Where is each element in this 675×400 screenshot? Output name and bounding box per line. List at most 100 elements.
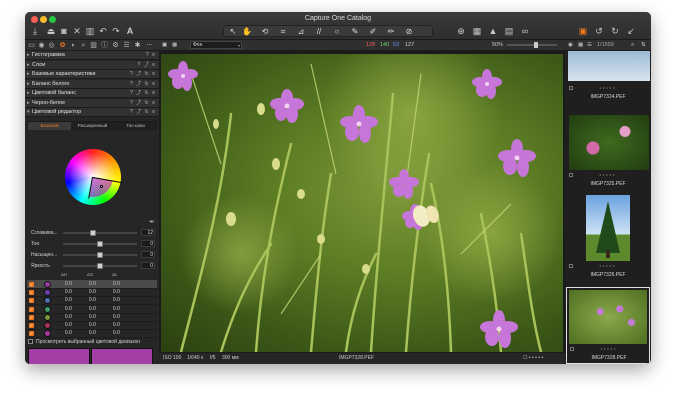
tab-advanced[interactable]: Расширенный bbox=[71, 122, 114, 130]
warning-icon[interactable]: ▲ bbox=[487, 26, 499, 36]
color-range-handle[interactable] bbox=[100, 185, 103, 188]
thumbnail[interactable]: ••••• IMGP7326.PEF bbox=[566, 193, 650, 281]
import-icon[interactable]: ⤓ bbox=[29, 26, 41, 36]
pan-icon[interactable]: ↖ bbox=[226, 26, 240, 37]
tool-header-controls[interactable]: ? ⤴ ↻ ≡ bbox=[130, 99, 156, 108]
rating-stars[interactable]: ☐ • • • • • bbox=[523, 354, 543, 363]
tool-header-controls[interactable]: ? ⤴ ↻ ≡ bbox=[130, 89, 156, 98]
slider-knob[interactable] bbox=[89, 230, 96, 236]
range-enabled-checkbox[interactable]: ✓ bbox=[29, 290, 34, 296]
range-enabled-checkbox[interactable]: ✓ bbox=[29, 282, 34, 287]
slider-knob[interactable] bbox=[97, 252, 103, 258]
undo-icon[interactable]: ↶ bbox=[97, 26, 109, 36]
chevron-right-icon[interactable]: ▸ bbox=[27, 89, 30, 98]
thumbnail-image[interactable] bbox=[586, 195, 630, 261]
chevron-down-icon[interactable]: ▾ bbox=[27, 108, 30, 117]
view-selected-range-checkbox[interactable]: Просмотреть выбранный цветовой диапазон bbox=[28, 338, 156, 346]
search-icon[interactable]: ⌕ bbox=[631, 41, 634, 50]
slider-value-field[interactable]: 0 bbox=[141, 251, 155, 258]
thumbnail-image[interactable] bbox=[569, 290, 647, 344]
thumbnail-image[interactable] bbox=[569, 115, 649, 170]
slider-value-field[interactable]: 12 bbox=[141, 229, 155, 236]
tether-icon[interactable]: ⏏ bbox=[45, 26, 57, 36]
sort-icon[interactable]: ⇅ bbox=[641, 41, 646, 50]
slider-value-field[interactable]: 0 bbox=[141, 240, 155, 247]
chevron-right-icon[interactable]: ▸ bbox=[27, 80, 30, 89]
delete-icon[interactable]: ✕ bbox=[71, 26, 83, 36]
gradient-icon[interactable]: ✏ bbox=[384, 26, 398, 37]
eyedropper-icon[interactable]: ✒ bbox=[149, 218, 155, 226]
tool-header[interactable]: ▸ Цветовой баланс ? ⤴ ↻ ≡ bbox=[25, 89, 159, 98]
lens-icon[interactable]: ◎ bbox=[47, 41, 56, 50]
exposure-warning-icon[interactable]: ▤ bbox=[503, 26, 515, 36]
tab-skin-tone[interactable]: Тон кожи bbox=[114, 122, 157, 130]
zoom-slider[interactable] bbox=[507, 44, 557, 46]
tool-header[interactable]: ▸ Черно-белое ? ⤴ ↻ ≡ bbox=[25, 98, 159, 108]
zoom-slider-knob[interactable] bbox=[534, 42, 538, 48]
picker-icon[interactable]: ⊘ bbox=[402, 26, 416, 37]
main-photo[interactable] bbox=[161, 54, 563, 352]
redo-icon[interactable]: ↷ bbox=[110, 26, 122, 36]
thumbnail[interactable]: ••••• IMGP7324.PEF bbox=[566, 51, 650, 103]
settings-icon[interactable]: ✱ bbox=[133, 41, 142, 50]
tool-header-controls[interactable]: ? ⤴ ↻ ≡ bbox=[130, 108, 156, 117]
tool-header[interactable]: ▸ Гистограмма ? ≡ bbox=[25, 51, 159, 60]
rating-stars[interactable]: ••••• bbox=[567, 346, 651, 351]
range-enabled-checkbox[interactable]: ✓ bbox=[29, 331, 34, 337]
range-enabled-checkbox[interactable]: ✓ bbox=[29, 298, 34, 304]
select-icon[interactable]: ✋ bbox=[240, 26, 254, 37]
rotate-left-icon[interactable]: ↺ bbox=[593, 26, 605, 36]
color-range-row[interactable]: ✓ 0.0 0.0 0.0 bbox=[27, 329, 157, 339]
straighten-icon[interactable]: ⊿ bbox=[294, 26, 308, 37]
tool-header[interactable]: ▸ Баланс белого ? ⤴ ↻ ≡ bbox=[25, 79, 159, 89]
tab-basic[interactable]: Базовый bbox=[28, 122, 71, 130]
slider-knob[interactable] bbox=[97, 241, 103, 247]
rating-stars[interactable]: ••••• bbox=[566, 172, 650, 177]
chevron-right-icon[interactable]: ▸ bbox=[27, 99, 30, 108]
multi-view-icon[interactable]: ▦ bbox=[172, 41, 177, 50]
rotate-right-icon[interactable]: ↻ bbox=[609, 26, 621, 36]
single-view-icon[interactable]: ▣ bbox=[162, 41, 167, 50]
slider-track[interactable] bbox=[63, 232, 137, 234]
keystone-icon[interactable]: // bbox=[312, 26, 326, 37]
erase-icon[interactable]: ✐ bbox=[366, 26, 380, 37]
spot-icon[interactable]: ○ bbox=[330, 26, 344, 37]
grid-icon[interactable]: ▦ bbox=[578, 41, 583, 50]
color-icon[interactable]: ✿ bbox=[58, 41, 67, 50]
tool-header-controls[interactable]: ? ≡ bbox=[146, 51, 156, 60]
tool-header[interactable]: ▸ Базовые характеристики ? ⤴ ↻ ≡ bbox=[25, 70, 159, 79]
thumbnail[interactable]: ••••• IMGP7325.PEF bbox=[566, 115, 650, 191]
chevron-right-icon[interactable]: ▸ bbox=[27, 70, 30, 79]
stack-icon[interactable]: ▣ bbox=[577, 26, 589, 36]
capture-icon[interactable]: ◉ bbox=[37, 41, 46, 50]
proof-icon[interactable]: ∞ bbox=[519, 26, 531, 36]
tool-header-controls[interactable]: ? ⤴ ↻ ≡ bbox=[130, 70, 156, 79]
output-icon[interactable]: ⚙ bbox=[111, 41, 120, 50]
range-enabled-checkbox[interactable]: ✓ bbox=[29, 314, 34, 320]
slider-value-field[interactable]: 0 bbox=[141, 262, 155, 269]
thumbnail-image[interactable] bbox=[568, 51, 650, 81]
thumbnail-selected[interactable]: ••••• IMGP7328.PEF bbox=[566, 287, 650, 364]
rating-stars[interactable]: ••••• bbox=[566, 263, 650, 268]
copy-icon[interactable]: ⊕ bbox=[455, 26, 467, 36]
checkbox-box[interactable] bbox=[28, 339, 33, 344]
layer-select[interactable]: Фон ▾ bbox=[190, 41, 242, 49]
rating-stars[interactable]: ••••• bbox=[566, 85, 650, 90]
library-icon[interactable]: ▭ bbox=[27, 41, 36, 50]
eye-icon[interactable]: ◉ bbox=[568, 41, 573, 50]
details-icon[interactable]: ⌕ bbox=[79, 41, 88, 50]
tool-header-controls[interactable]: ? ⤴ ↻ ≡ bbox=[130, 80, 156, 89]
chevron-right-icon[interactable]: ▸ bbox=[27, 51, 30, 60]
exposure-icon[interactable]: ◐ bbox=[69, 41, 78, 50]
rotate-icon[interactable]: ⟲ bbox=[258, 26, 272, 37]
help-icon[interactable]: ⋯ bbox=[145, 41, 154, 50]
slider-knob[interactable] bbox=[97, 263, 103, 269]
text-icon[interactable]: A bbox=[124, 26, 136, 36]
tool-header[interactable]: ▸ Слои ? ⤴ ≡ bbox=[25, 60, 159, 70]
range-enabled-checkbox[interactable]: ✓ bbox=[29, 323, 34, 328]
chevron-right-icon[interactable]: ▸ bbox=[27, 61, 30, 70]
list-icon[interactable]: ☰ bbox=[587, 41, 592, 50]
crop-icon[interactable]: ⌗ bbox=[276, 26, 290, 37]
trash-icon[interactable]: ▥ bbox=[84, 26, 96, 36]
focus-icon[interactable]: ▦ bbox=[471, 26, 483, 36]
